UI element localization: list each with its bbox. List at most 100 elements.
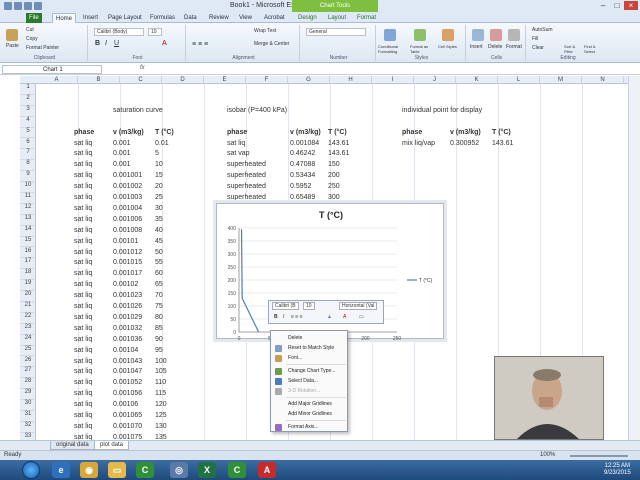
insert-cells-icon[interactable] [472, 29, 484, 41]
menu-item-change-chart-type[interactable]: Change Chart Type... [271, 366, 349, 376]
format-cells-icon[interactable] [508, 29, 520, 41]
format-table-icon[interactable] [414, 29, 426, 41]
isobar-cell[interactable]: 0.65489 [290, 193, 315, 203]
column-header-k[interactable]: K [456, 76, 498, 84]
zoom-slider[interactable] [570, 455, 628, 457]
sat-cell[interactable]: 0.001006 [113, 215, 142, 225]
minimize-icon[interactable]: – [596, 1, 610, 10]
name-box[interactable]: Chart 1 [2, 65, 102, 74]
isobar-cell[interactable]: superheated [227, 182, 266, 192]
column-header-d[interactable]: D [162, 76, 204, 84]
row-header[interactable]: 3 [20, 106, 36, 117]
sat-cell[interactable]: 0.001023 [113, 291, 142, 301]
row-header[interactable]: 31 [20, 411, 36, 422]
x-tick-label[interactable]: 250 [393, 336, 402, 340]
sat-cell[interactable]: 0.001043 [113, 357, 142, 367]
sat-cell[interactable]: sat liq [74, 226, 92, 236]
row-header[interactable]: 15 [20, 237, 36, 248]
column-header-a[interactable]: A [36, 76, 78, 84]
copy-button[interactable]: Copy [26, 36, 38, 42]
sat-cell[interactable]: sat liq [74, 335, 92, 345]
sat-cell[interactable]: 120 [155, 400, 167, 410]
sat-cell[interactable]: 50 [155, 248, 163, 258]
menu-item-delete[interactable]: Delete [271, 333, 349, 343]
excel-taskbar-icon[interactable]: X [198, 462, 216, 478]
zoom-level[interactable]: 100% [540, 452, 555, 458]
row-header[interactable]: 18 [20, 269, 36, 281]
start-button[interactable] [22, 461, 40, 479]
undo-icon[interactable] [24, 2, 32, 10]
point-cell[interactable]: 143.61 [492, 139, 513, 149]
sat-cell[interactable]: 10 [155, 160, 163, 170]
sat-cell[interactable]: 0.001026 [113, 302, 142, 312]
chrome-icon[interactable]: ◉ [80, 462, 98, 478]
sat-cell[interactable]: sat liq [74, 171, 92, 181]
column-header-i[interactable]: I [372, 76, 414, 84]
menu-item-add-minor-gridlines[interactable]: Add Minor Gridlines [271, 409, 349, 419]
tab-review[interactable]: Review [206, 13, 232, 23]
mini-font-color-icon[interactable]: A [343, 314, 346, 320]
sat-cell[interactable]: 75 [155, 302, 163, 312]
sat-cell[interactable]: sat liq [74, 389, 92, 399]
isobar-cell[interactable]: superheated [227, 160, 266, 170]
sat-cell[interactable]: 70 [155, 291, 163, 301]
sat-cell[interactable]: sat liq [74, 237, 92, 247]
column-header-m[interactable]: M [540, 76, 582, 84]
sat-cell[interactable]: 0.001 [113, 149, 131, 159]
row-header[interactable]: 7 [20, 149, 36, 161]
sat-cell[interactable]: sat liq [74, 204, 92, 214]
sheet-tab-original-data[interactable]: original data [50, 441, 95, 450]
format-button[interactable]: Format [506, 44, 522, 50]
sat-cell[interactable]: 0.001003 [113, 193, 142, 203]
cut-button[interactable]: Cut [26, 27, 34, 33]
point-title[interactable]: individual point for display [402, 106, 482, 116]
sat-cell[interactable]: 5 [155, 149, 159, 159]
isobar-cell[interactable]: 143.61 [328, 149, 349, 159]
sat-header[interactable]: v (m3/kg) [113, 128, 144, 138]
sat-cell[interactable]: 55 [155, 258, 163, 268]
tab-layout[interactable]: Layout [325, 13, 349, 23]
column-header-j[interactable]: J [414, 76, 456, 84]
isobar-cell[interactable]: sat liq [227, 139, 245, 149]
cell-styles-button[interactable]: Cell Styles [438, 44, 464, 49]
row-header[interactable]: 21 [20, 302, 36, 313]
menu-item-select-data[interactable]: Select Data... [271, 376, 349, 386]
close-icon[interactable]: × [624, 1, 638, 10]
isobar-title[interactable]: isobar (P=400 kPa) [227, 106, 287, 116]
sheet-tab-plot-data[interactable]: plot data [94, 441, 130, 450]
cell-styles-icon[interactable] [442, 29, 454, 41]
mini-toolbar[interactable]: Calibri (B 10 Horizontal (Val B I ≡ ≡ ≡ … [268, 300, 384, 324]
fill-button[interactable]: Fill [532, 36, 538, 42]
sat-cell[interactable]: 0.00102 [113, 280, 138, 290]
sat-cell[interactable]: 80 [155, 313, 163, 323]
row-header[interactable]: 11 [20, 193, 36, 204]
sat-cell[interactable]: 95 [155, 346, 163, 356]
sat-cell[interactable]: 0.001047 [113, 367, 142, 377]
row-header[interactable]: 19 [20, 280, 36, 292]
row-header[interactable]: 4 [20, 117, 36, 128]
sat-cell[interactable]: sat liq [74, 302, 92, 312]
row-header[interactable]: 5 [20, 128, 36, 139]
tab-home[interactable]: Home [52, 13, 77, 23]
row-header[interactable]: 10 [20, 182, 36, 193]
isobar-cell[interactable]: 143.61 [328, 139, 349, 149]
sat-cell[interactable]: 105 [155, 367, 167, 377]
tab-view[interactable]: View [236, 13, 255, 23]
series-line[interactable] [240, 229, 260, 333]
row-header[interactable]: 16 [20, 248, 36, 259]
isobar-cell[interactable]: superheated [227, 171, 266, 181]
row-header[interactable]: 32 [20, 422, 36, 433]
sat-cell[interactable]: 110 [155, 378, 166, 388]
sat-cell[interactable]: 0.00104 [113, 346, 138, 356]
sat-cell[interactable]: sat liq [74, 346, 92, 356]
acrobat-icon[interactable]: A [258, 462, 276, 478]
sat-cell[interactable]: 125 [155, 411, 167, 421]
sat-cell[interactable]: sat liq [74, 378, 92, 388]
italic-icon[interactable]: I [105, 40, 107, 47]
media-icon[interactable]: ◎ [170, 462, 188, 478]
folder-icon[interactable]: ▭ [108, 462, 126, 478]
mini-font-select[interactable]: Calibri (B [272, 302, 299, 310]
row-header[interactable]: 17 [20, 258, 36, 270]
sat-cell[interactable]: 0.001 [113, 139, 131, 149]
column-header-l[interactable]: L [498, 76, 540, 84]
